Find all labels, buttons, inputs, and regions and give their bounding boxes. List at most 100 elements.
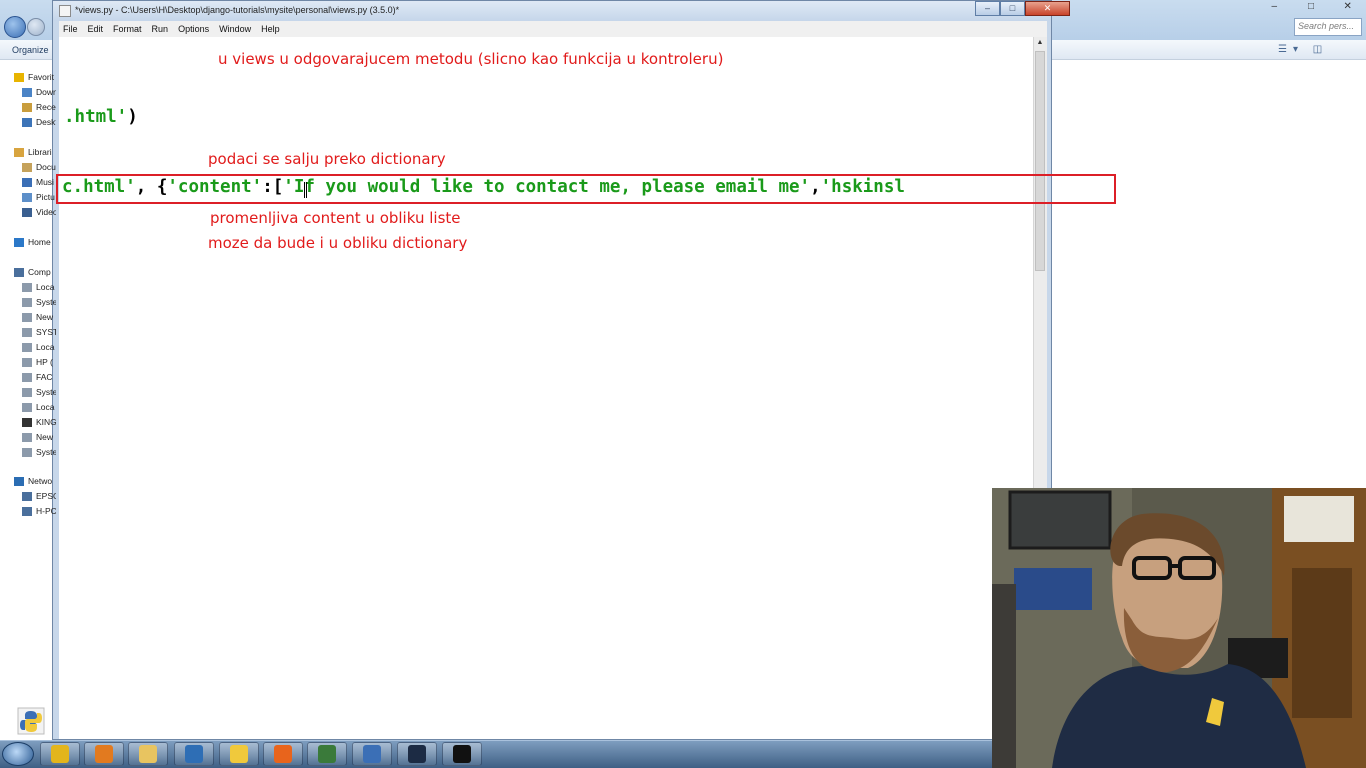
remote-desktop-icon bbox=[408, 745, 426, 763]
forward-arrow-icon[interactable] bbox=[27, 18, 45, 36]
nav-item-netwo[interactable]: Netwo bbox=[14, 474, 56, 488]
explorer-file-list bbox=[1058, 61, 1366, 488]
drive-icon bbox=[22, 297, 32, 307]
editor-window-controls: – □ ✕ bbox=[975, 1, 1070, 16]
nav-item-down[interactable]: Down bbox=[22, 85, 56, 99]
nav-item-video[interactable]: Video bbox=[22, 205, 56, 219]
python-file-icon[interactable] bbox=[16, 706, 46, 736]
nav-item-favorit[interactable]: Favorit bbox=[14, 70, 56, 84]
drive-icon bbox=[22, 312, 32, 322]
nav-item-label: Syste bbox=[36, 297, 56, 307]
nav-item-syste[interactable]: Syste bbox=[22, 445, 56, 459]
taskbar-button-network-tool[interactable] bbox=[307, 742, 347, 766]
nav-item-loca[interactable]: Loca bbox=[22, 280, 56, 294]
nav-item-new[interactable]: New bbox=[22, 430, 56, 444]
view-options-icon[interactable]: ☰▾ ◫ bbox=[1278, 44, 1328, 55]
nav-item-pictu[interactable]: Pictu bbox=[22, 190, 56, 204]
taskbar-button-media-player[interactable] bbox=[84, 742, 124, 766]
code-editor-area[interactable]: ▲ bbox=[59, 37, 1047, 739]
scroll-up-arrow-icon[interactable]: ▲ bbox=[1035, 39, 1045, 47]
code-punctuation: ) bbox=[127, 107, 138, 127]
maximize-button[interactable]: □ bbox=[1000, 1, 1025, 16]
computer-icon bbox=[14, 267, 24, 277]
annotation-list: promenljiva content u obliku liste bbox=[210, 209, 461, 227]
menu-edit[interactable]: Edit bbox=[88, 24, 104, 34]
desktop-icon bbox=[22, 117, 32, 127]
highlight-box bbox=[56, 174, 1116, 204]
drive-icon bbox=[22, 447, 32, 457]
python-icon bbox=[230, 745, 248, 763]
document-icon bbox=[59, 5, 71, 17]
nav-item-hp-[interactable]: HP ( bbox=[22, 355, 56, 369]
start-button[interactable] bbox=[2, 742, 34, 766]
usb-drive-icon bbox=[22, 417, 32, 427]
back-arrow-icon[interactable] bbox=[4, 16, 26, 38]
python-launcher-icon bbox=[363, 745, 381, 763]
menu-run[interactable]: Run bbox=[152, 24, 169, 34]
firefox-icon bbox=[274, 745, 292, 763]
drive-icon bbox=[22, 432, 32, 442]
annotation-dictionary-alt: moze da bude i u obliku dictionary bbox=[208, 234, 468, 252]
menu-file[interactable]: File bbox=[63, 24, 78, 34]
nav-item-loca[interactable]: Loca bbox=[22, 340, 56, 354]
search-input[interactable]: Search pers... bbox=[1294, 18, 1362, 36]
nav-item-label: Home bbox=[28, 237, 51, 247]
nav-item-deskt[interactable]: Deskt bbox=[22, 115, 56, 129]
editor-title-bar[interactable]: *views.py - C:\Users\H\Desktop\django-tu… bbox=[53, 1, 1070, 21]
scrollbar-thumb[interactable] bbox=[1035, 51, 1045, 271]
organize-button[interactable]: Organize bbox=[12, 45, 49, 55]
media-player-icon bbox=[95, 745, 113, 763]
taskbar-button-chrome[interactable] bbox=[40, 742, 80, 766]
nav-item-king[interactable]: KING bbox=[22, 415, 56, 429]
nav-item-comp[interactable]: Comp bbox=[14, 265, 56, 279]
homegroup-icon bbox=[14, 237, 24, 247]
code-line-render[interactable]: .html') bbox=[64, 107, 138, 127]
nav-item-label: Syste bbox=[36, 387, 56, 397]
taskbar-button-remote-desktop[interactable] bbox=[397, 742, 437, 766]
nav-item-home[interactable]: Home bbox=[14, 235, 56, 249]
network-tool-icon bbox=[318, 745, 336, 763]
nav-item-label: Comp bbox=[28, 267, 51, 277]
videos-icon bbox=[22, 207, 32, 217]
close-button[interactable]: ✕ bbox=[1329, 0, 1366, 14]
presenter-image bbox=[992, 488, 1366, 768]
nav-item-docu[interactable]: Docu bbox=[22, 160, 56, 174]
nav-item-syste[interactable]: Syste bbox=[22, 295, 56, 309]
nav-item-label: New bbox=[36, 312, 54, 322]
drive-icon bbox=[22, 357, 32, 367]
chrome-icon bbox=[51, 745, 69, 763]
nav-item-musi[interactable]: Musi bbox=[22, 175, 56, 189]
nav-item-h-pc[interactable]: H-PC bbox=[22, 504, 56, 518]
taskbar-button-python[interactable] bbox=[219, 742, 259, 766]
minimize-button[interactable]: – bbox=[975, 1, 1000, 16]
nav-item-rece[interactable]: Rece bbox=[22, 100, 56, 114]
nav-item-label: Video bbox=[36, 207, 56, 217]
idle-editor-icon bbox=[185, 745, 203, 763]
explorer-window-controls: – □ ✕ bbox=[1256, 0, 1366, 14]
close-button[interactable]: ✕ bbox=[1025, 1, 1070, 16]
taskbar-button-python-launcher[interactable] bbox=[352, 742, 392, 766]
nav-item-label: H-PC bbox=[36, 506, 56, 516]
menu-help[interactable]: Help bbox=[261, 24, 280, 34]
webcam-video bbox=[992, 488, 1366, 768]
nav-item-syste[interactable]: Syste bbox=[22, 385, 56, 399]
nav-item-loca[interactable]: Loca bbox=[22, 400, 56, 414]
nav-item-label: KING bbox=[36, 417, 56, 427]
menu-format[interactable]: Format bbox=[113, 24, 142, 34]
menu-options[interactable]: Options bbox=[178, 24, 209, 34]
taskbar-button-firefox[interactable] bbox=[263, 742, 303, 766]
nav-item-label: Syste bbox=[36, 447, 56, 457]
taskbar-button-command-prompt[interactable] bbox=[442, 742, 482, 766]
nav-item-new[interactable]: New bbox=[22, 310, 56, 324]
taskbar-button-file-explorer[interactable] bbox=[128, 742, 168, 766]
file-explorer-icon bbox=[139, 745, 157, 763]
minimize-button[interactable]: – bbox=[1256, 0, 1293, 14]
maximize-button[interactable]: □ bbox=[1293, 0, 1330, 14]
taskbar-button-idle-editor[interactable] bbox=[174, 742, 214, 766]
nav-item-epso[interactable]: EPSO bbox=[22, 489, 56, 503]
nav-item-librari[interactable]: Librari bbox=[14, 145, 56, 159]
nav-item-syst[interactable]: SYST bbox=[22, 325, 56, 339]
menu-window[interactable]: Window bbox=[219, 24, 251, 34]
nav-item-fac[interactable]: FAC bbox=[22, 370, 56, 384]
nav-item-label: Loca bbox=[36, 282, 55, 292]
